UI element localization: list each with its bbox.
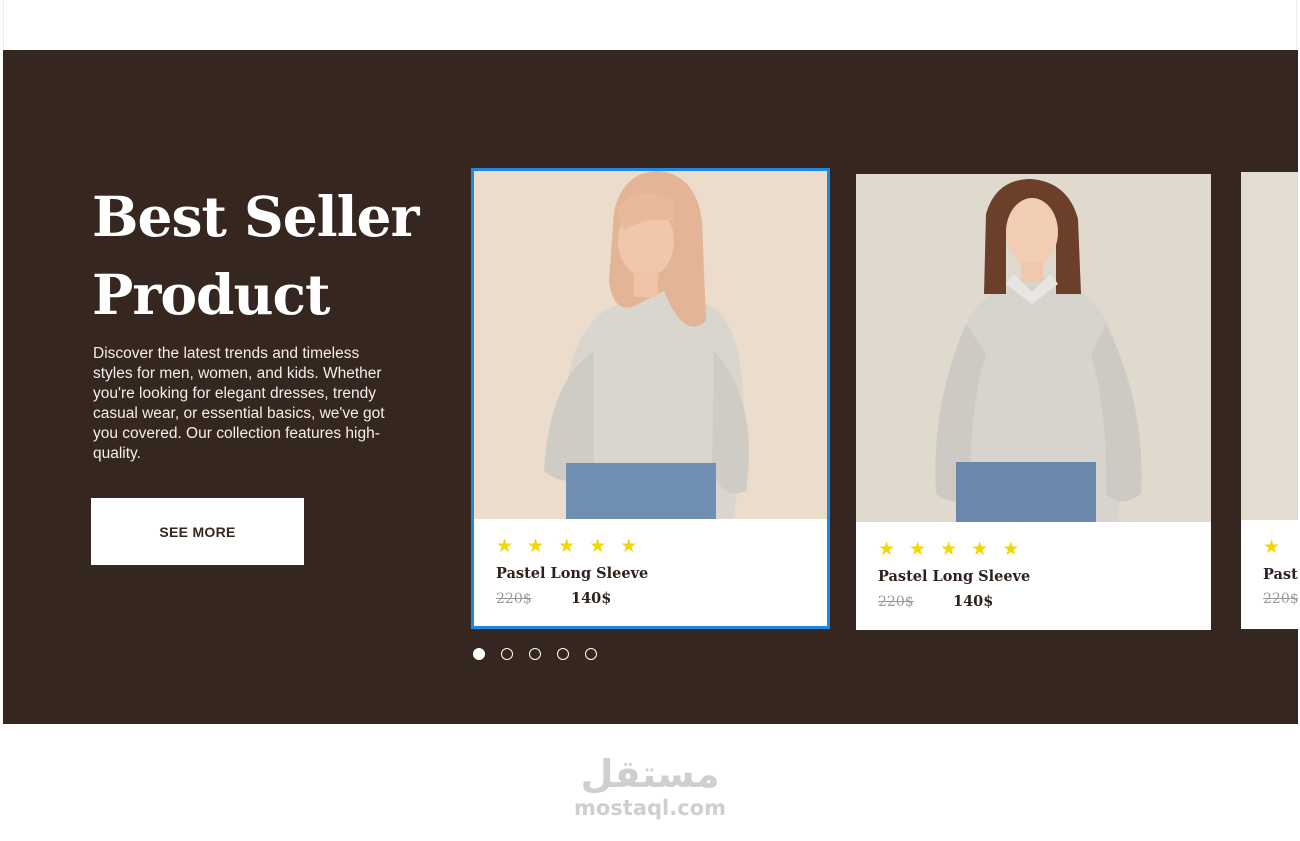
- star-icon: ★: [909, 539, 927, 560]
- section-description: Discover the latest trends and timeless …: [93, 345, 385, 462]
- carousel-pagination: [473, 648, 597, 660]
- title-line-2: Product: [92, 262, 330, 327]
- star-icon: ★: [940, 539, 958, 560]
- star-icon: ★: [878, 539, 896, 560]
- star-icon: ★: [971, 539, 989, 560]
- carousel-dot-5[interactable]: [585, 648, 597, 660]
- star-icon: ★: [1002, 539, 1020, 560]
- product-card-2[interactable]: ★ ★ ★ ★ ★ Pastel Long Sleeve 220$ 140$: [856, 174, 1211, 630]
- product-card-3[interactable]: ★ Paste 220$: [1241, 172, 1298, 629]
- watermark-arabic: مستقل: [580, 752, 720, 796]
- old-price: 220$: [1263, 591, 1298, 607]
- watermark-latin: mostaql.com: [574, 796, 726, 820]
- star-icon: ★: [527, 536, 545, 557]
- carousel-dot-4[interactable]: [557, 648, 569, 660]
- product-name[interactable]: Pastel Long Sleeve: [878, 568, 1211, 585]
- old-price: 220$: [878, 594, 914, 610]
- new-price: 140$: [571, 590, 612, 607]
- model-photo-illustration: [544, 171, 749, 519]
- product-image: [474, 171, 827, 519]
- product-prices: 220$ 140$: [878, 593, 1211, 610]
- star-icon: ★: [589, 536, 607, 557]
- best-seller-section: Best Seller Product Discover the latest …: [3, 50, 1298, 724]
- carousel-dot-2[interactable]: [501, 648, 513, 660]
- product-card-1[interactable]: ★ ★ ★ ★ ★ Pastel Long Sleeve 220$ 140$: [471, 168, 830, 629]
- product-name[interactable]: Pastel Long Sleeve: [496, 565, 827, 582]
- product-image: [856, 174, 1211, 522]
- product-prices: 220$: [1263, 591, 1298, 607]
- product-image: [1241, 172, 1298, 520]
- rating-stars: ★ ★ ★ ★ ★: [496, 537, 827, 557]
- rating-stars: ★ ★ ★ ★ ★: [878, 540, 1211, 560]
- product-prices: 220$ 140$: [496, 590, 827, 607]
- product-name[interactable]: Paste: [1263, 566, 1298, 583]
- star-icon: ★: [1263, 537, 1281, 558]
- new-price: 140$: [953, 593, 994, 610]
- watermark: مستقل mostaql.com: [560, 752, 740, 820]
- old-price: 220$: [496, 591, 532, 607]
- star-icon: ★: [496, 536, 514, 557]
- section-title: Best Seller Product: [92, 178, 432, 334]
- star-icon: ★: [558, 536, 576, 557]
- top-strip: [3, 0, 1297, 50]
- star-icon: ★: [620, 536, 638, 557]
- title-line-1: Best Seller: [92, 184, 419, 249]
- carousel-dot-1[interactable]: [473, 648, 485, 660]
- carousel-dot-3[interactable]: [529, 648, 541, 660]
- model-photo-illustration: [935, 179, 1142, 522]
- see-more-button[interactable]: SEE MORE: [91, 498, 304, 565]
- rating-stars: ★: [1263, 538, 1298, 558]
